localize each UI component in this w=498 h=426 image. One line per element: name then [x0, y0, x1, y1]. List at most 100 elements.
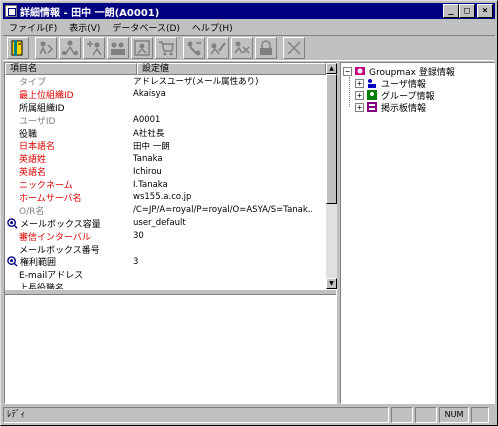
attribute-value: アドレスユーザ(メール属性あり) — [133, 77, 259, 88]
attribute-value: Akaisya — [133, 89, 166, 100]
attribute-name: 審信インターバル — [19, 232, 91, 243]
close-button[interactable]: × — [477, 4, 493, 18]
maximize-button[interactable]: □ — [459, 4, 475, 18]
menu-file[interactable]: ファイル(F) — [3, 21, 63, 34]
attribute-value: Tanaka — [133, 153, 163, 164]
cart-icon[interactable] — [155, 37, 177, 59]
tree-item-label: 掲示板情報 — [381, 103, 427, 114]
toolbar — [3, 35, 495, 61]
attribute-value: Ichirou — [133, 166, 162, 177]
attribute-row[interactable]: 所属組織ID — [5, 101, 326, 114]
expand-icon[interactable]: + — [355, 102, 364, 112]
attribute-rows: タイプ アドレスユーザ(メール属性あり) 最上位組織ID Akaisya 所属組織ID ユ… — [5, 75, 326, 289]
attribute-name: 役職 — [19, 129, 38, 140]
menu-view[interactable]: 表示(V) — [63, 21, 106, 34]
tree-connector — [349, 77, 350, 107]
attribute-row[interactable]: 英語名 Ichirou — [5, 165, 326, 179]
edit-icon[interactable] — [207, 37, 229, 59]
main-window: 詳細情報 - 田中 一朗(A0001) _ □ × ファイル(F) 表示(V) … — [0, 0, 498, 426]
search-icon[interactable] — [6, 217, 18, 229]
status-indicator — [391, 407, 413, 423]
attribute-row[interactable]: ニックネーム I.Tanaka — [5, 178, 326, 192]
open-book-icon[interactable] — [7, 37, 29, 59]
tree-item-user-info[interactable]: + ユーザ情報 — [343, 77, 455, 90]
attribute-row[interactable]: 役職 A社社長 — [5, 127, 326, 140]
attribute-name: 権利範囲 — [20, 258, 57, 269]
window-title: 詳細情報 - 田中 一朗(A0001) — [20, 7, 160, 19]
attribute-value: user_default — [133, 218, 186, 229]
connect-icon[interactable] — [183, 37, 205, 59]
list-header: 項目名 設定値 — [5, 63, 326, 75]
attribute-row[interactable]: 最上位組織ID Akaisya — [5, 88, 326, 101]
user-info-icon — [366, 77, 378, 89]
scroll-up-button[interactable]: ▲ — [326, 63, 337, 74]
window-controls: _ □ × — [443, 4, 493, 18]
attribute-name: ユーザID — [19, 116, 56, 127]
status-text: ﾚﾃﾞｨ — [3, 407, 389, 423]
attribute-row[interactable]: 英語姓 Tanaka — [5, 152, 326, 166]
attribute-row[interactable]: ホームサーバ名 ws155.a.co.jp — [5, 191, 326, 204]
expand-icon[interactable]: + — [355, 78, 364, 88]
vertical-scrollbar[interactable]: ▲ ▼ — [326, 63, 337, 289]
attribute-row[interactable]: 審信インターバル 30 — [5, 230, 326, 243]
status-indicator — [415, 407, 437, 423]
attribute-value: /C=JP/A=royal/P=royal/O=ASYA/S=Tanak... — [133, 205, 312, 216]
attribute-row[interactable]: メールボックス容量 user_default — [5, 217, 326, 230]
attribute-name: 英語名 — [19, 168, 47, 179]
lock-icon[interactable] — [255, 37, 277, 59]
attribute-name: ホームサーバ名 — [19, 193, 82, 204]
attribute-name: 最上位組織ID — [19, 90, 74, 101]
attribute-panel: 項目名 設定値 タイプ アドレスユーザ(メール属性あり) 最上位組織ID Akaisy… — [4, 62, 337, 404]
status-indicator — [471, 407, 489, 423]
attribute-name: E-mailアドレス — [19, 271, 84, 282]
attribute-name: メールボックス番号 — [19, 245, 100, 256]
attribute-row[interactable]: 権利範囲 3 — [5, 255, 326, 268]
attribute-row[interactable]: 上長役職名 — [5, 281, 326, 289]
attribute-value: A社社長 — [133, 129, 165, 139]
attribute-value: 3 — [133, 256, 139, 267]
status-bar: ﾚﾃﾞｨ NUM — [3, 406, 495, 424]
tree-item-group-info[interactable]: + グループ情報 — [343, 89, 455, 102]
title-bar: 詳細情報 - 田中 一朗(A0001) _ □ × — [3, 3, 495, 19]
search-icon[interactable] — [6, 256, 18, 268]
column-header-name[interactable]: 項目名 — [5, 63, 137, 75]
tree-item-bulletin[interactable]: + 掲示板情報 — [343, 101, 455, 114]
column-header-value[interactable]: 設定値 — [137, 63, 326, 75]
collapse-icon[interactable]: − — [343, 66, 352, 76]
attribute-row[interactable]: ユーザID A0001 — [5, 114, 326, 127]
attribute-value: A0001 — [133, 115, 161, 126]
tree-view: − Groupmax 登録情報 + ユーザ情報 + グループ情報 + 掲示板情報 — [343, 65, 455, 114]
detail-pane — [5, 295, 336, 403]
scroll-thumb[interactable] — [326, 74, 337, 204]
scroll-down-button[interactable]: ▼ — [326, 278, 337, 289]
attribute-row[interactable]: 日本語名 田中 一朗 — [5, 139, 326, 153]
users-icon[interactable] — [107, 37, 129, 59]
attribute-name: O/R名 — [19, 206, 45, 217]
delete-icon[interactable] — [231, 37, 253, 59]
tree-root[interactable]: − Groupmax 登録情報 — [343, 65, 455, 78]
expand-icon[interactable]: + — [355, 90, 364, 100]
group-info-icon — [366, 89, 378, 101]
attribute-row[interactable]: E-mailアドレス — [5, 268, 326, 281]
add-user-icon[interactable] — [83, 37, 105, 59]
tree-panel: − Groupmax 登録情報 + ユーザ情報 + グループ情報 + 掲示板情報 — [340, 62, 495, 404]
app-icon — [5, 5, 17, 17]
attribute-row[interactable]: タイプ アドレスユーザ(メール属性あり) — [5, 75, 326, 88]
attribute-name: 日本語名 — [19, 142, 56, 153]
attribute-value: 田中 一朗 — [133, 141, 170, 152]
register-icon[interactable] — [131, 37, 153, 59]
attribute-name: 所属組織ID — [19, 103, 65, 114]
attribute-row[interactable]: O/R名/C=JP/A=royal/P=royal/O=ASYA/S=Tanak… — [5, 204, 326, 217]
attribute-value: 30 — [133, 231, 144, 242]
menu-help[interactable]: ヘルプ(H) — [186, 21, 239, 34]
user-link-icon[interactable] — [59, 37, 81, 59]
user-move-icon[interactable] — [35, 37, 57, 59]
num-lock-indicator: NUM — [439, 407, 469, 423]
attribute-list: 項目名 設定値 タイプ アドレスユーザ(メール属性あり) 最上位組織ID Akaisy… — [5, 63, 326, 289]
cancel-icon[interactable] — [283, 37, 305, 59]
attribute-value: ws155.a.co.jp — [133, 192, 192, 203]
menu-database[interactable]: データベース(D) — [106, 21, 186, 34]
minimize-button[interactable]: _ — [443, 4, 459, 18]
attribute-value: I.Tanaka — [133, 179, 168, 190]
attribute-row[interactable]: メールボックス番号 — [5, 243, 326, 256]
